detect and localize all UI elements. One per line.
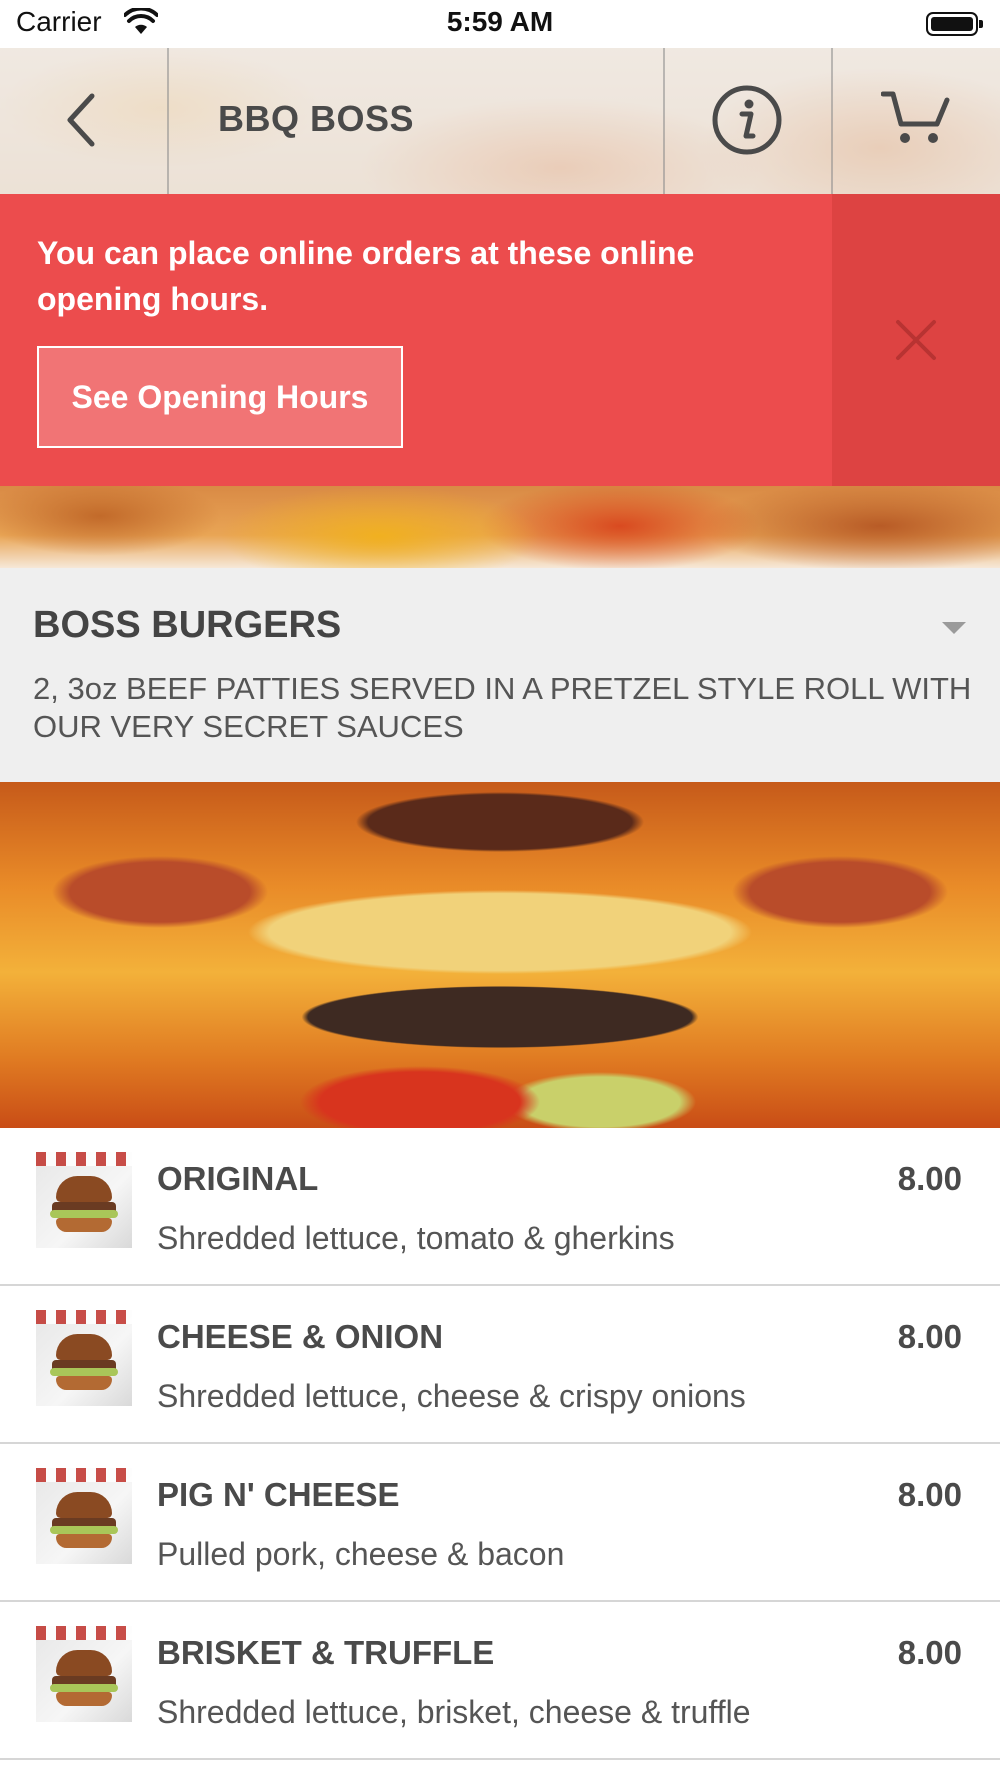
item-price: 8.00 [897, 1476, 962, 1513]
close-icon [896, 320, 936, 360]
item-thumbnail [36, 1152, 132, 1248]
clock: 5:59 AM [446, 6, 554, 37]
item-name: ORIGINAL [157, 1160, 319, 1197]
item-thumbnail [36, 1626, 132, 1722]
status-bar: Carrier 5:59 AM [0, 0, 1000, 48]
category-description: 2, 3oz BEEF PATTIES SERVED IN A PRETZEL … [33, 671, 972, 744]
item-price: 8.00 [897, 1634, 962, 1671]
header-divider [167, 48, 169, 194]
battery-icon [926, 12, 983, 36]
menu-list: ORIGINAL 8.00 Shredded lettuce, tomato &… [0, 1128, 1000, 1760]
category-hero-image [0, 782, 1000, 1128]
banner-message: You can place online orders at these onl… [37, 235, 695, 317]
item-thumbnail [36, 1310, 132, 1406]
menu-item[interactable]: ORIGINAL 8.00 Shredded lettuce, tomato &… [0, 1128, 1000, 1286]
restaurant-header: BBQ BOSS [0, 48, 1000, 194]
item-description: Shredded lettuce, brisket, cheese & truf… [157, 1694, 751, 1730]
category-header[interactable]: BOSS BURGERS 2, 3oz BEEF PATTIES SERVED … [0, 568, 1000, 782]
item-thumbnail [36, 1468, 132, 1564]
item-description: Shredded lettuce, cheese & crispy onions [157, 1378, 746, 1414]
cart-icon [881, 91, 950, 143]
category-title: BOSS BURGERS [33, 604, 342, 646]
menu-item[interactable]: CHEESE & ONION 8.00 Shredded lettuce, ch… [0, 1286, 1000, 1444]
item-name: BRISKET & TRUFFLE [157, 1634, 495, 1671]
menu-item[interactable]: PIG N' CHEESE 8.00 Pulled pork, cheese &… [0, 1444, 1000, 1602]
item-price: 8.00 [897, 1160, 962, 1197]
menu-item[interactable]: BRISKET & TRUFFLE 8.00 Shredded lettuce,… [0, 1602, 1000, 1760]
cart-button[interactable] [833, 48, 1000, 194]
page-title: BBQ BOSS [218, 98, 415, 139]
info-button[interactable] [665, 48, 831, 194]
opening-hours-banner: You can place online orders at these onl… [0, 194, 1000, 486]
banner-close-button[interactable] [832, 194, 1000, 486]
back-icon [67, 93, 95, 147]
item-price: 8.00 [897, 1318, 962, 1355]
chevron-down-icon [942, 622, 966, 634]
category-banner-image [0, 486, 1000, 568]
item-name: CHEESE & ONION [157, 1318, 444, 1355]
item-description: Shredded lettuce, tomato & gherkins [157, 1220, 675, 1256]
back-button[interactable] [0, 48, 168, 194]
info-icon [712, 85, 782, 155]
see-opening-hours-button[interactable]: See Opening Hours [37, 346, 403, 448]
item-description: Pulled pork, cheese & bacon [157, 1536, 565, 1572]
item-name: PIG N' CHEESE [157, 1476, 400, 1513]
